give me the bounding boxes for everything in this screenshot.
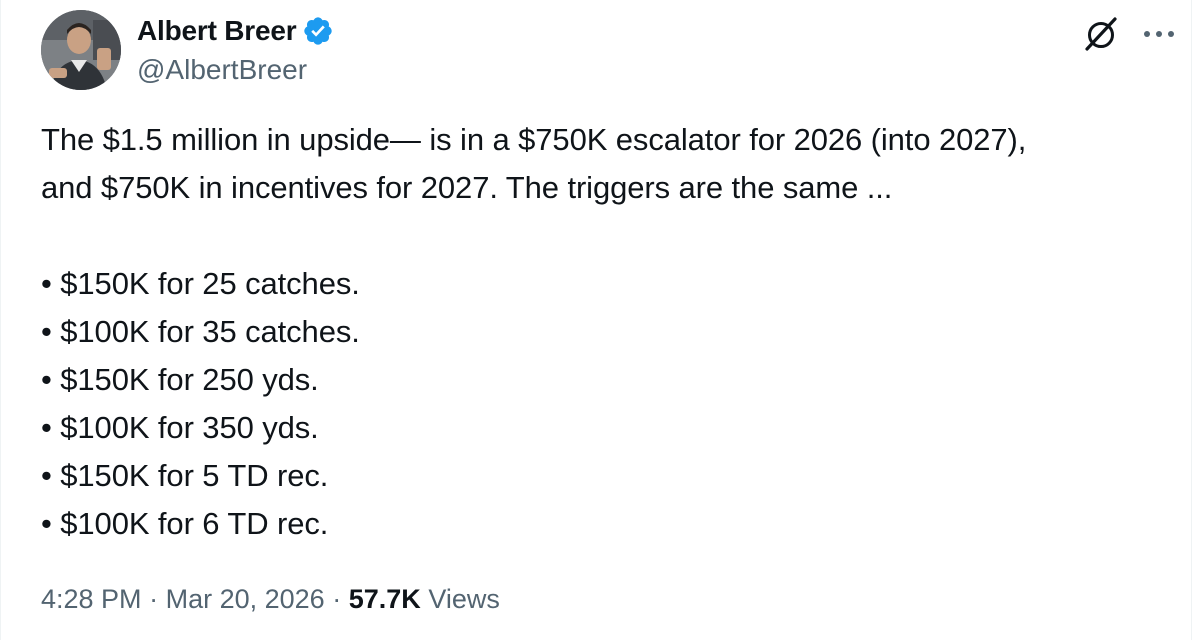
verified-badge-icon[interactable]	[302, 15, 334, 47]
incentive-list: • $150K for 25 catches. • $100K for 35 c…	[41, 260, 1171, 548]
avatar-image	[41, 10, 121, 90]
tweet-date[interactable]: Mar 20, 2026	[166, 584, 325, 614]
tweet-time[interactable]: 4:28 PM	[41, 584, 142, 614]
tweet-text: The $1.5 million in upside— is in a $750…	[41, 116, 1171, 548]
views-label: Views	[428, 584, 500, 614]
tweet-paragraph: The $1.5 million in upside— is in a $750…	[41, 116, 1171, 212]
meta-separator: ·	[332, 584, 342, 614]
tweet-text-line: and $750K in incentives for 2027. The tr…	[41, 170, 893, 205]
tweet-header: Albert Breer @AlbertBreer	[39, 8, 1179, 92]
author-handle[interactable]: @AlbertBreer	[137, 54, 334, 86]
meta-separator: ·	[149, 584, 159, 614]
display-name-row: Albert Breer	[137, 12, 334, 50]
avatar[interactable]	[41, 10, 121, 90]
list-item: • $150K for 25 catches.	[41, 266, 360, 301]
list-item: • $100K for 350 yds.	[41, 410, 319, 445]
views-count[interactable]: 57.7K	[349, 584, 421, 614]
grok-icon[interactable]	[1081, 14, 1121, 54]
more-icon[interactable]	[1137, 14, 1181, 54]
display-name[interactable]: Albert Breer	[137, 15, 297, 47]
tweet-meta: 4:28 PM · Mar 20, 2026 · 57.7K Views	[41, 584, 500, 615]
list-item: • $150K for 250 yds.	[41, 362, 319, 397]
list-item: • $100K for 6 TD rec.	[41, 506, 329, 541]
tweet-text-line: The $1.5 million in upside— is in a $750…	[41, 122, 1027, 157]
list-item: • $150K for 5 TD rec.	[41, 458, 329, 493]
list-item: • $100K for 35 catches.	[41, 314, 360, 349]
tweet-card: Albert Breer @AlbertBreer The $1.5 milli…	[0, 0, 1192, 640]
author-names: Albert Breer @AlbertBreer	[137, 12, 334, 86]
